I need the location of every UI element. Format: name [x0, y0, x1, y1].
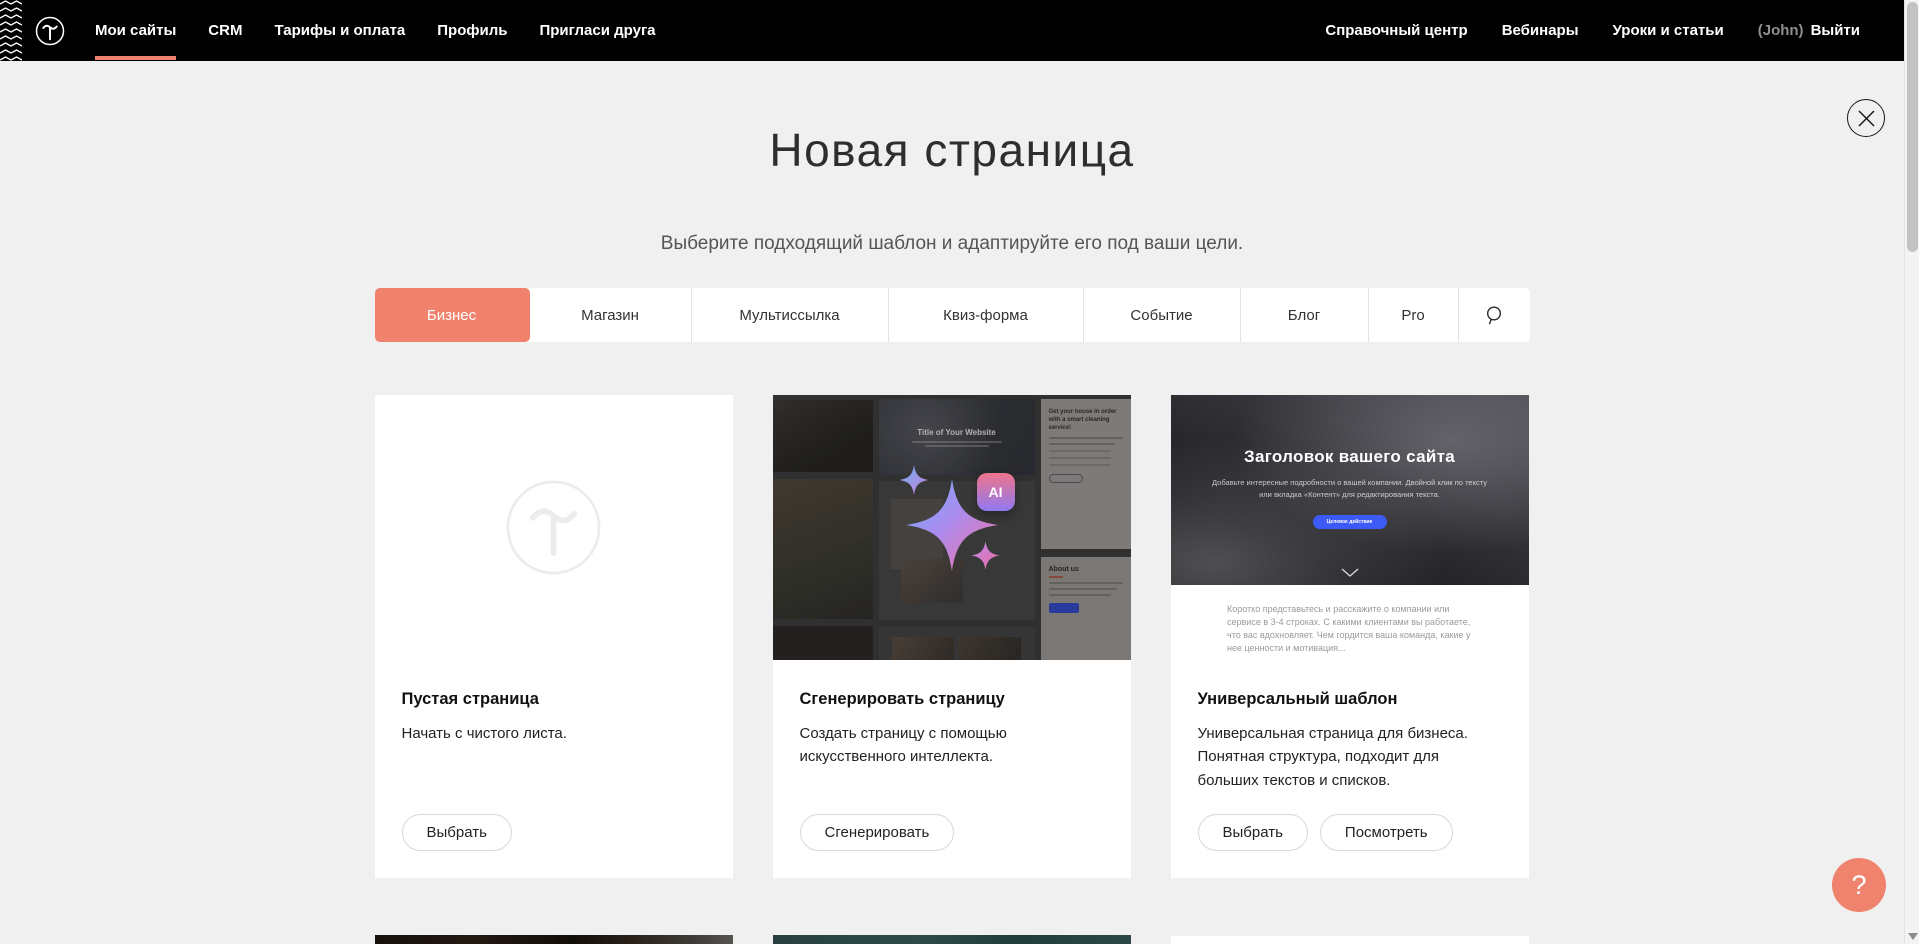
tab-label: Магазин [581, 307, 639, 324]
logout-link[interactable]: Выйти [1811, 0, 1860, 61]
ai-sparkle-small-icon [899, 465, 929, 495]
tab-label: Событие [1130, 307, 1192, 324]
card-blank-page: Пустая страница Начать с чистого листа. … [375, 395, 733, 878]
user-name: (John) [1758, 22, 1804, 39]
tab-label: Мультиссылка [739, 307, 839, 324]
tab-blog[interactable]: Блог [1241, 288, 1369, 342]
scrollbar-down-arrow-icon[interactable] [1908, 933, 1918, 940]
template-thumbnail [1171, 935, 1529, 944]
card-title: Универсальный шаблон [1198, 690, 1502, 709]
template-cards-row: Пустая страница Начать с чистого листа. … [375, 395, 1530, 878]
template-category-tabs: Бизнес Магазин Мультиссылка Квиз-форма С… [375, 288, 1530, 342]
ai-generate-thumbnail[interactable]: Title of Your Website Get your house in … [773, 395, 1131, 660]
page-subtitle: Выберите подходящий шаблон и адаптируйте… [0, 233, 1904, 255]
tilda-logo[interactable] [35, 16, 65, 46]
nav-item-my-sites[interactable]: Мои сайты [95, 0, 176, 61]
top-navigation: Мои сайты CRM Тарифы и оплата Профиль Пр… [0, 0, 1904, 61]
generate-button[interactable]: Сгенерировать [800, 814, 955, 851]
tab-shop[interactable]: Магазин [530, 288, 692, 342]
ai-sparkle-small-icon [971, 541, 1000, 570]
template-cta-button: Целевое действие [1313, 515, 1387, 529]
card-universal-template: Заголовок вашего сайта Добавьте интересн… [1171, 395, 1529, 878]
search-icon [1484, 305, 1504, 326]
tab-event[interactable]: Событие [1084, 288, 1241, 342]
card-title: Сгенерировать страницу [800, 690, 1104, 709]
nav-item-crm[interactable]: CRM [208, 0, 242, 61]
ai-badge: AI [977, 473, 1015, 511]
universal-template-thumbnail[interactable]: Заголовок вашего сайта Добавьте интересн… [1171, 395, 1529, 660]
page-title: Новая страница [0, 123, 1904, 178]
tab-label: Блог [1288, 307, 1320, 324]
tab-pro[interactable]: Pro [1369, 288, 1459, 342]
template-hero-subtitle: Добавьте интересные подробности о вашей … [1210, 477, 1489, 501]
card-description: Начать с чистого листа. [402, 722, 706, 745]
tab-label: Квиз-форма [943, 307, 1028, 324]
close-icon [1858, 110, 1875, 127]
nav-right-menu: Справочный центр Вебинары Уроки и статьи… [1291, 0, 1904, 61]
template-hero-title: Заголовок вашего сайта [1244, 447, 1455, 467]
select-blank-button[interactable]: Выбрать [402, 814, 512, 851]
tab-quiz-form[interactable]: Квиз-форма [889, 288, 1084, 342]
nav-left-menu: Мои сайты CRM Тарифы и оплата Профиль Пр… [95, 0, 688, 61]
user-session: (John) Выйти [1758, 0, 1860, 61]
card-description: Универсальная страница для бизнеса. Поня… [1198, 722, 1502, 792]
main-content: Новая страница Выберите подходящий шабло… [0, 61, 1904, 944]
template-thumbnail [773, 935, 1131, 944]
template-cards-row-2 [375, 935, 1530, 944]
tilda-watermark-icon [505, 479, 602, 576]
select-universal-button[interactable]: Выбрать [1198, 814, 1308, 851]
chevron-down-icon [1341, 568, 1359, 577]
nav-item-pricing[interactable]: Тарифы и оплата [274, 0, 405, 61]
question-mark-icon: ? [1851, 870, 1866, 901]
blank-page-thumbnail[interactable] [375, 395, 733, 660]
tab-label: Бизнес [427, 307, 476, 324]
card-title: Пустая страница [402, 690, 706, 709]
template-hero-preview: Заголовок вашего сайта Добавьте интересн… [1171, 395, 1529, 585]
tab-search[interactable] [1459, 288, 1530, 342]
zigzag-pattern-icon[interactable] [0, 0, 22, 61]
template-body-preview: Коротко представьтесь и расскажите о ком… [1171, 585, 1529, 660]
nav-item-invite-friend[interactable]: Пригласи друга [539, 0, 655, 61]
card-partial[interactable] [1171, 935, 1529, 944]
card-partial[interactable] [375, 935, 733, 944]
page-scrollbar[interactable] [1904, 0, 1919, 944]
card-partial[interactable] [773, 935, 1131, 944]
close-button[interactable] [1847, 99, 1885, 137]
preview-universal-button[interactable]: Посмотреть [1320, 814, 1453, 851]
tab-business[interactable]: Бизнес [375, 288, 530, 342]
tab-multilink[interactable]: Мультиссылка [692, 288, 889, 342]
nav-item-lessons[interactable]: Уроки и статьи [1613, 0, 1724, 61]
template-thumbnail [375, 935, 733, 944]
tab-label: Pro [1401, 307, 1424, 324]
template-body-text: Коротко представьтесь и расскажите о ком… [1227, 603, 1472, 655]
scrollbar-thumb[interactable] [1907, 2, 1918, 252]
nav-item-help-center[interactable]: Справочный центр [1325, 0, 1467, 61]
card-description: Создать страницу с помощью искусственног… [800, 722, 1104, 769]
help-button[interactable]: ? [1832, 858, 1886, 912]
nav-item-profile[interactable]: Профиль [437, 0, 507, 61]
card-ai-generate: Title of Your Website Get your house in … [773, 395, 1131, 878]
nav-item-webinars[interactable]: Вебинары [1502, 0, 1579, 61]
